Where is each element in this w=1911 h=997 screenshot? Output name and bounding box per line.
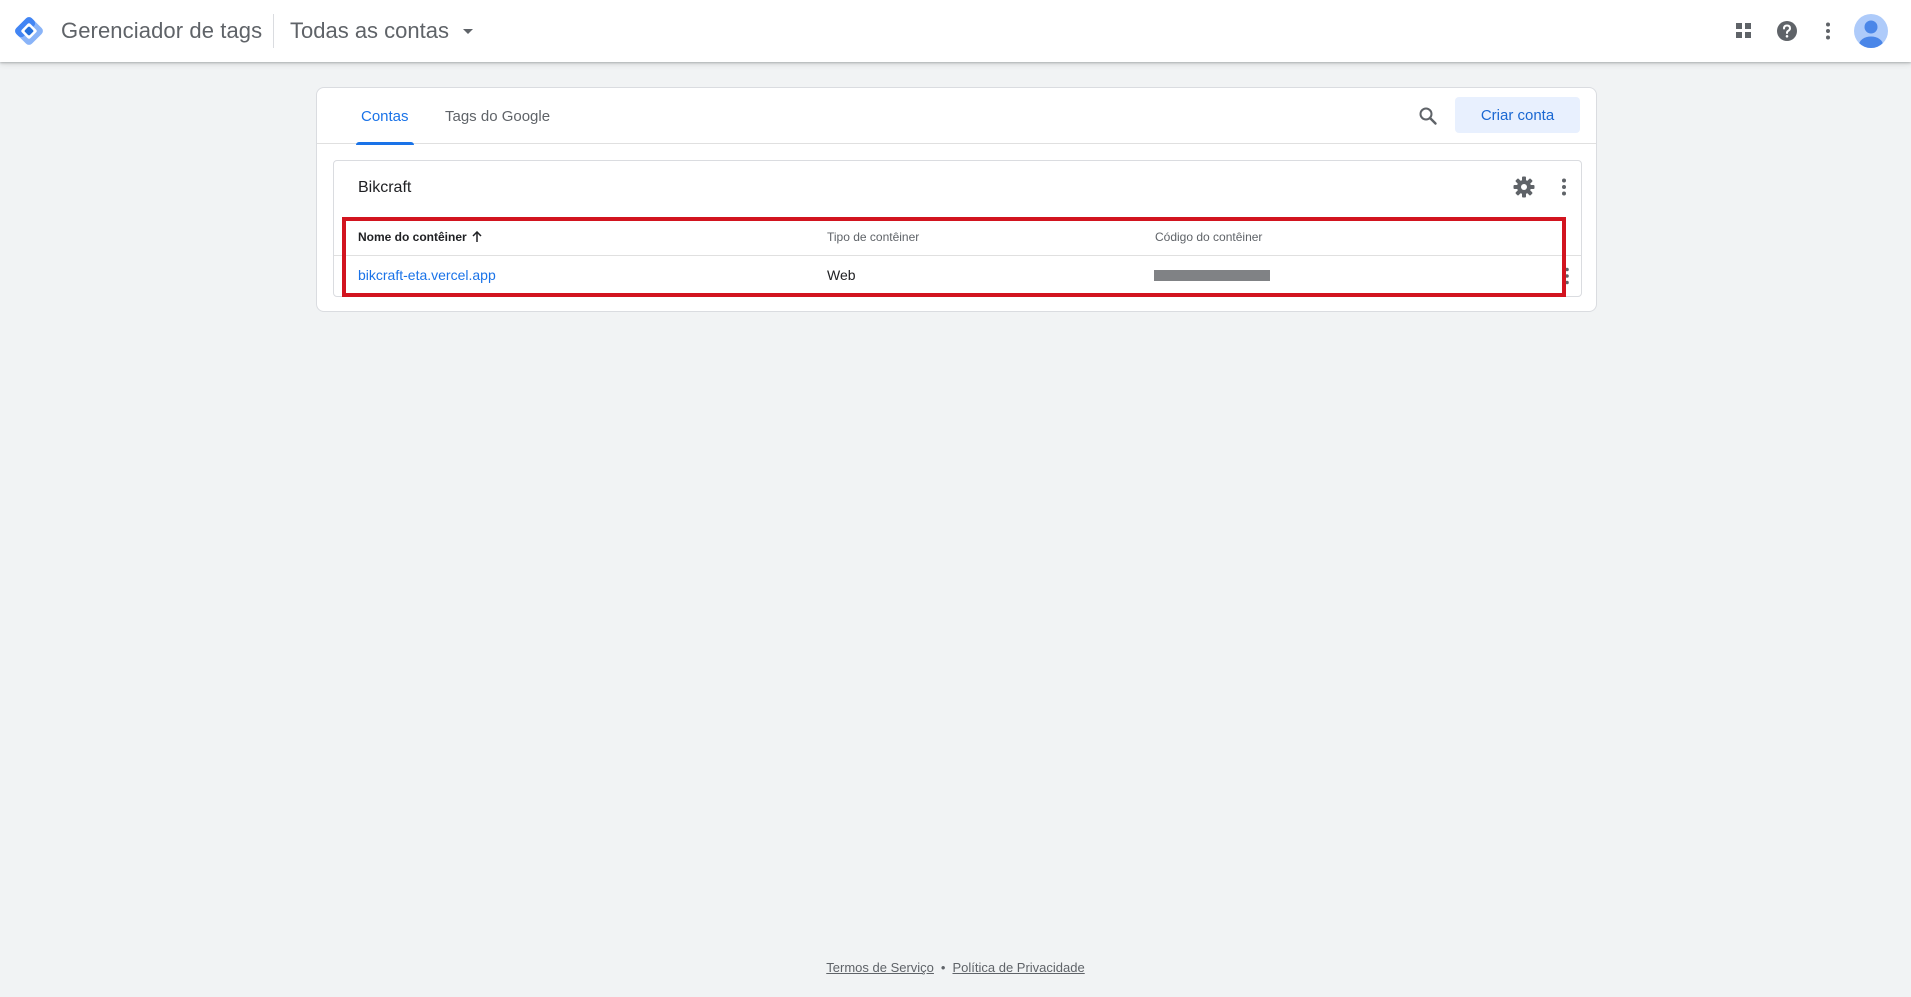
container-code-redacted — [1154, 270, 1270, 281]
container-name-link[interactable]: bikcraft-eta.vercel.app — [358, 267, 496, 283]
header-divider — [273, 14, 274, 48]
table-row[interactable]: bikcraft-eta.vercel.app Web — [334, 256, 1581, 294]
privacy-policy-link[interactable]: Política de Privacidade — [952, 960, 1084, 975]
sort-ascending-icon — [472, 231, 482, 242]
person-icon — [1859, 20, 1883, 48]
more-vert-icon — [1565, 267, 1569, 285]
container-table-header: Nome do contêiner Tipo de contêiner Códi… — [334, 218, 1581, 256]
more-vert-icon[interactable] — [1813, 16, 1843, 46]
column-header-name-label: Nome do contêiner — [358, 230, 467, 244]
top-app-bar: Gerenciador de tags Todas as contas — [0, 0, 1911, 62]
account-selector[interactable]: Todas as contas — [290, 16, 473, 46]
row-more-button[interactable] — [1559, 265, 1575, 287]
account-panel: Bikcraft Nome do contêiner Tipo de contê… — [333, 160, 1582, 297]
gear-icon — [1513, 176, 1535, 198]
search-icon — [1419, 107, 1437, 125]
tab-tags-label: Tags do Google — [445, 107, 551, 125]
more-vert-icon — [1562, 178, 1566, 196]
dropdown-arrow-icon — [462, 28, 473, 34]
active-tab-indicator — [356, 142, 414, 145]
product-name: Gerenciador de tags — [61, 18, 263, 43]
container-type: Web — [827, 267, 856, 283]
column-header-name[interactable]: Nome do contêiner — [358, 230, 482, 244]
account-name: Bikcraft — [358, 179, 412, 196]
account-selector-label: Todas as contas — [290, 18, 449, 43]
tab-bar: Contas Tags do Google Criar conta — [317, 88, 1596, 145]
account-settings-button[interactable] — [1511, 174, 1537, 200]
column-header-code[interactable]: Código do contêiner — [1155, 230, 1262, 244]
accounts-card: Contas Tags do Google Criar conta Bikcra… — [316, 87, 1597, 312]
footer-separator: • — [940, 960, 946, 975]
help-icon[interactable] — [1772, 16, 1802, 46]
footer: Termos de Serviço • Política de Privacidad… — [0, 960, 1911, 975]
account-avatar[interactable] — [1854, 14, 1888, 48]
tab-tags-do-google[interactable]: Tags do Google — [440, 88, 555, 144]
column-header-type[interactable]: Tipo de contêiner — [827, 230, 919, 244]
tab-contas-label: Contas — [361, 107, 409, 125]
tag-manager-logo[interactable] — [12, 14, 46, 48]
tab-contas[interactable]: Contas — [356, 88, 414, 145]
terms-of-service-link[interactable]: Termos de Serviço — [826, 960, 934, 975]
apps-icon[interactable] — [1729, 16, 1759, 46]
search-button[interactable] — [1412, 100, 1444, 132]
account-more-button[interactable] — [1554, 174, 1574, 200]
create-account-button[interactable]: Criar conta — [1455, 97, 1580, 133]
